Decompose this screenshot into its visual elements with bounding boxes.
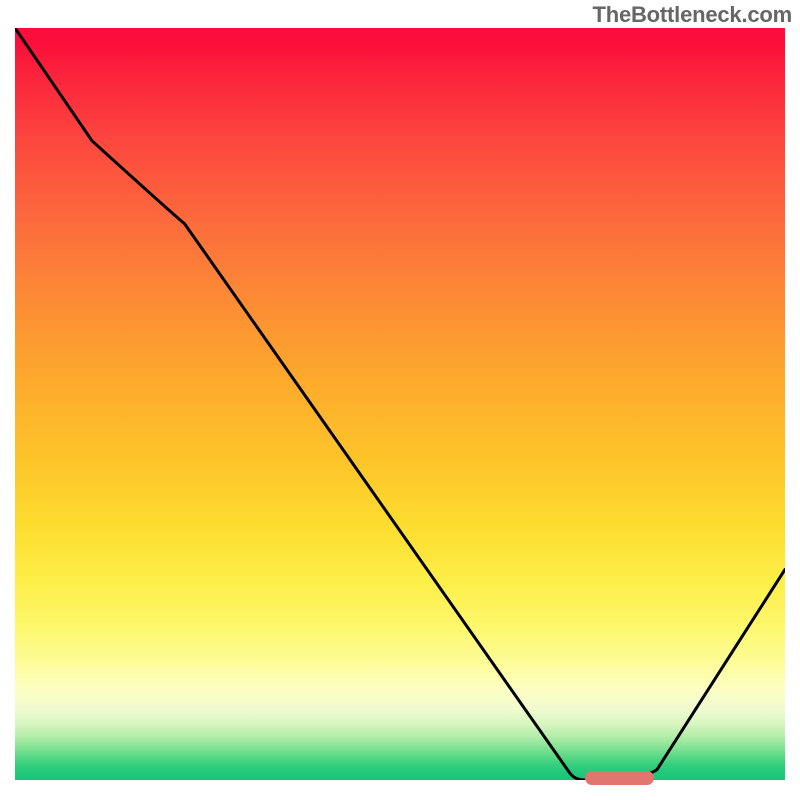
bottleneck-curve-path xyxy=(15,28,785,780)
chart-container: TheBottleneck.com xyxy=(0,0,800,800)
optimal-range-marker xyxy=(585,771,654,785)
plot-area xyxy=(15,28,785,780)
curve-layer xyxy=(15,28,785,780)
watermark-text: TheBottleneck.com xyxy=(592,2,792,28)
